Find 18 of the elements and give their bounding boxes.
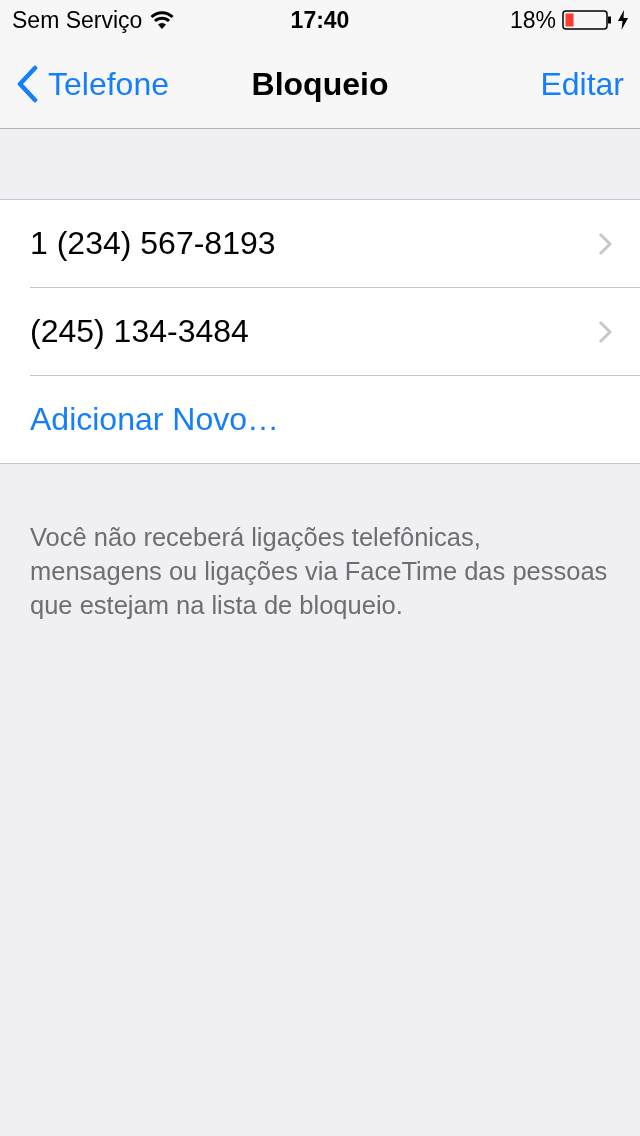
page-title: Bloqueio: [251, 65, 389, 103]
carrier-label: Sem Serviço: [12, 6, 143, 34]
add-new-link[interactable]: Adicionar Novo…: [30, 376, 640, 463]
charging-bolt-icon: [618, 10, 628, 30]
phone-number: 1 (234) 567-8193: [30, 225, 277, 262]
status-time: 17:40: [290, 6, 350, 34]
chevron-icon: [598, 319, 612, 344]
blocked-number-row[interactable]: (245) 134-3484: [30, 288, 640, 376]
blocked-number-row[interactable]: 1 (234) 567-8193: [30, 200, 640, 288]
chevron-icon: [598, 231, 612, 256]
edit-button[interactable]: Editar: [540, 65, 624, 103]
back-button[interactable]: Telefone: [16, 65, 169, 103]
battery-icon: [562, 10, 612, 30]
back-chevron-icon: [16, 65, 38, 103]
phone-number: (245) 134-3484: [30, 313, 250, 350]
footer-note: Você não receberá ligações telefônicas, mensagens ou ligações via FaceTime das pessoas que estejam na lista de bloqueio.: [29, 522, 609, 621]
wifi-icon: [150, 11, 175, 29]
battery-percentage: 18%: [509, 6, 556, 34]
